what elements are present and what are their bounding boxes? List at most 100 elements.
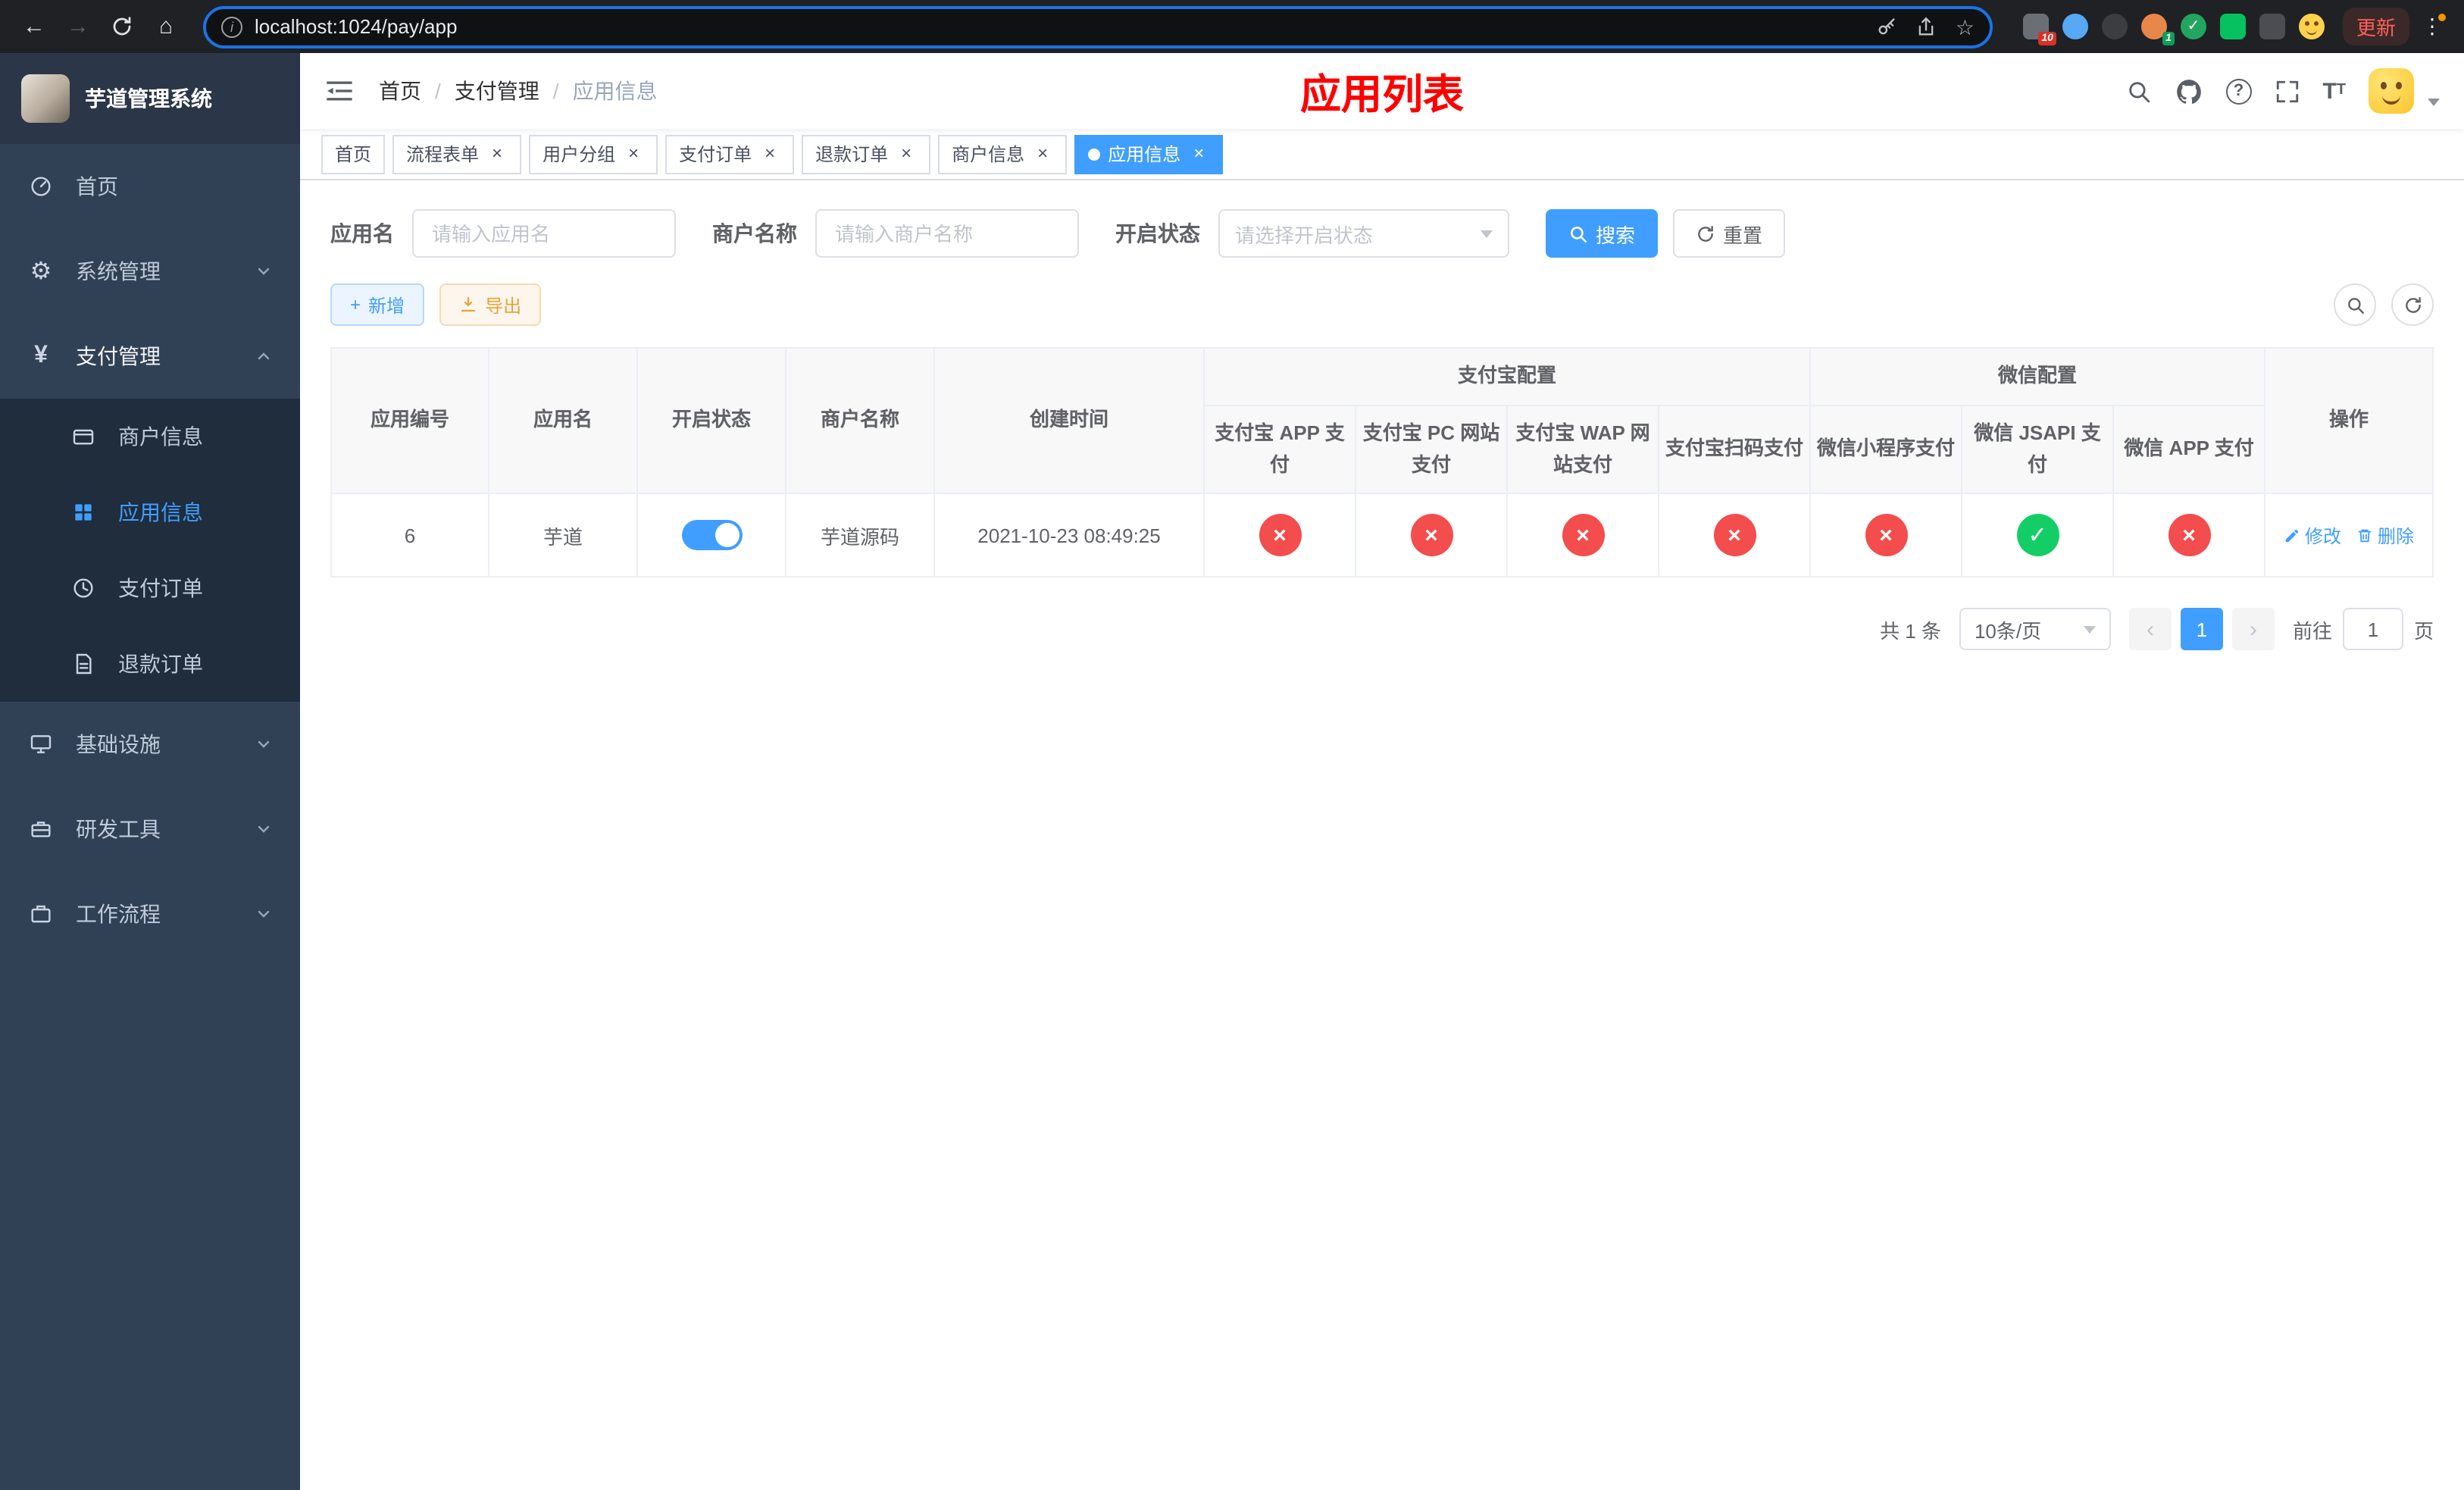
sidebar-item-label: 工作流程 [76, 902, 161, 926]
forward-icon[interactable]: → [59, 8, 97, 45]
url-text: localhost:1024/pay/app [255, 15, 458, 38]
toggle-search-button[interactable] [2334, 283, 2376, 326]
close-icon[interactable]: × [759, 142, 780, 164]
close-icon[interactable]: × [623, 142, 644, 164]
status-x-icon: × [1410, 514, 1452, 557]
app-name-input[interactable] [412, 209, 676, 258]
search-icon[interactable] [2125, 78, 2151, 104]
share-icon[interactable] [1916, 16, 1937, 37]
close-icon[interactable]: × [896, 142, 917, 164]
grid-icon [70, 500, 97, 524]
sidebar-item-workflow[interactable]: 工作流程 [0, 872, 300, 956]
extension-icon[interactable]: 10 [2022, 14, 2056, 45]
app-table: 应用编号 应用名 开启状态 商户名称 创建时间 支付宝配置 微信配置 操作 支付… [330, 346, 2434, 578]
extension-icon[interactable] [2298, 14, 2325, 39]
status-toggle[interactable] [681, 520, 742, 551]
tab-home[interactable]: 首页 [321, 134, 386, 174]
reload-icon[interactable] [103, 8, 141, 45]
page-size-select[interactable]: 10条/页 [1959, 608, 2111, 651]
goto-page-input[interactable] [2342, 608, 2403, 651]
extension-icon[interactable]: 1 [2140, 14, 2175, 45]
add-button[interactable]: + 新增 [330, 283, 425, 326]
tab-user-group[interactable]: 用户分组 × [529, 134, 658, 174]
extension-icon[interactable] [2101, 14, 2128, 39]
delete-link[interactable]: 删除 [2356, 523, 2414, 549]
sidebar-item-pay-order[interactable]: 支付订单 [0, 550, 300, 626]
avatar[interactable] [2369, 68, 2414, 114]
gear-icon: ⚙ [30, 259, 52, 285]
sidebar-item-dev-tools[interactable]: 研发工具 [0, 787, 300, 872]
col-wechat-mini: 微信小程序支付 [1809, 404, 1963, 495]
app-name-label: 应用名 [330, 221, 394, 246]
toolbox-icon [27, 817, 55, 841]
main-area: 首页 / 支付管理 / 应用信息 应用列表 ? T T 首页 流程表单 × 用户… [300, 53, 2464, 1490]
monitor-icon [27, 732, 55, 756]
extension-icon[interactable] [2062, 14, 2088, 39]
navbar-actions: ? TT [2125, 68, 2440, 114]
browser-update-button[interactable]: 更新 [2342, 8, 2409, 45]
status-check-icon: ✓ [2016, 514, 2059, 557]
top-navbar: 首页 / 支付管理 / 应用信息 应用列表 ? T T [300, 53, 2464, 129]
edit-link[interactable]: 修改 [2284, 523, 2341, 549]
status-select[interactable]: 请选择开启状态 [1218, 209, 1509, 258]
github-icon[interactable] [2174, 77, 2203, 105]
extension-badge: 10 [2038, 32, 2056, 45]
back-icon[interactable]: ← [15, 8, 53, 45]
prev-page-button[interactable]: ‹ [2128, 608, 2172, 651]
sidebar-item-system[interactable]: ⚙ 系统管理 [0, 229, 300, 314]
extension-icon[interactable] [2259, 14, 2285, 39]
chevron-down-icon [2083, 625, 2096, 634]
tab-refund-order[interactable]: 退款订单 × [802, 134, 931, 174]
refresh-button[interactable] [2391, 283, 2434, 326]
sidebar-fold-icon[interactable] [324, 76, 355, 106]
address-bar[interactable]: i localhost:1024/pay/app ☆ [203, 5, 1993, 48]
merchant-name-input[interactable] [815, 209, 1079, 258]
sidebar-logo-row[interactable]: 芋道管理系统 [0, 53, 300, 144]
close-icon[interactable]: × [1188, 142, 1209, 164]
password-key-icon[interactable] [1877, 16, 1898, 37]
goto-suffix: 页 [2413, 619, 2434, 643]
status-x-icon: × [1713, 514, 1756, 557]
sidebar-item-refund-order[interactable]: 退款订单 [0, 626, 300, 702]
export-button[interactable]: 导出 [439, 283, 542, 326]
home-icon[interactable]: ⌂ [147, 8, 185, 45]
bookmark-star-icon[interactable]: ☆ [1956, 16, 1975, 37]
tab-merchant-info[interactable]: 商户信息 × [938, 134, 1068, 174]
fullscreen-icon[interactable] [2274, 78, 2300, 104]
sidebar-item-merchant-info[interactable]: 商户信息 [0, 399, 300, 474]
tab-app-info[interactable]: 应用信息 × [1074, 134, 1224, 174]
help-icon[interactable]: ? [2225, 78, 2252, 104]
sidebar-item-app-info[interactable]: 应用信息 [0, 474, 300, 550]
extension-icon[interactable]: ✓ [2180, 14, 2206, 39]
cell-actions: 修改 删除 [2264, 493, 2434, 578]
extension-badge: 1 [2162, 32, 2175, 45]
tab-process-form[interactable]: 流程表单 × [392, 134, 522, 174]
site-info-icon[interactable]: i [221, 16, 242, 37]
sidebar-item-home[interactable]: 首页 [0, 144, 300, 229]
tab-pay-order[interactable]: 支付订单 × [665, 134, 795, 174]
chevron-down-icon [255, 905, 273, 923]
col-wechat-jsapi: 微信 JSAPI 支付 [1961, 404, 2115, 495]
reset-button[interactable]: 重置 [1673, 209, 1786, 258]
extension-icon[interactable] [2219, 14, 2246, 39]
cell-status [636, 493, 786, 578]
search-button[interactable]: 搜索 [1546, 209, 1659, 258]
sidebar-item-label: 商户信息 [118, 424, 203, 449]
sidebar-item-infrastructure[interactable]: 基础设施 [0, 702, 300, 787]
page-number[interactable]: 1 [2180, 608, 2223, 651]
pagination: 共 1 条 10条/页 ‹ 1 › 前往 页 [330, 608, 2434, 651]
browser-menu-icon[interactable]: ⋮ [2416, 14, 2449, 39]
avatar-caret-icon[interactable] [2428, 98, 2440, 105]
close-icon[interactable]: × [1032, 142, 1053, 164]
document-icon [70, 652, 97, 676]
font-size-icon[interactable]: TT [2322, 80, 2346, 102]
next-page-button[interactable]: › [2231, 608, 2275, 651]
breadcrumb-item[interactable]: 首页 [379, 76, 421, 106]
cell-app-id: 6 [330, 493, 489, 578]
payment-submenu: 商户信息 应用信息 支付订单 退款订单 [0, 399, 300, 702]
close-icon[interactable]: × [486, 142, 508, 164]
col-actions: 操作 [2264, 346, 2434, 495]
col-wechat-app: 微信 APP 支付 [2112, 404, 2266, 495]
breadcrumb-item[interactable]: 支付管理 [455, 76, 539, 106]
sidebar-item-payment[interactable]: ¥ 支付管理 [0, 314, 300, 399]
